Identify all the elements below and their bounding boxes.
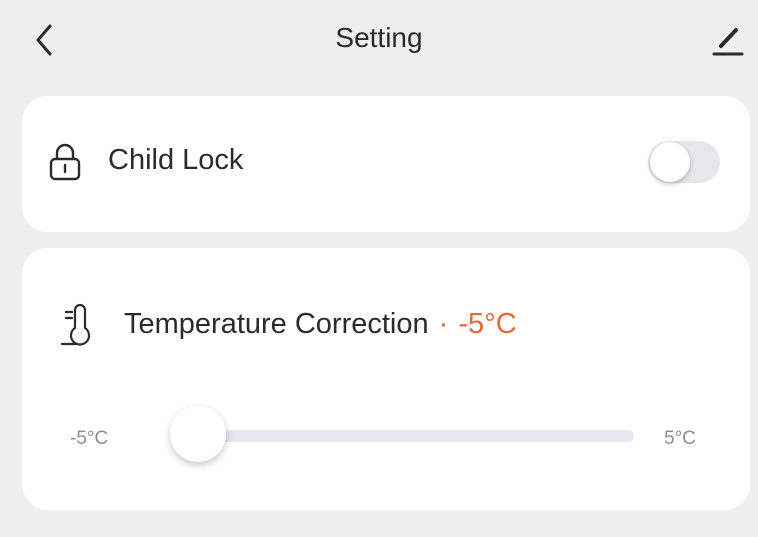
slider-min-label: -5°C	[70, 428, 109, 449]
child-lock-label: Child Lock	[108, 144, 244, 176]
child-lock-toggle[interactable]	[648, 141, 720, 183]
temperature-correction-row: Temperature Correction · -5°C	[124, 308, 517, 341]
toggle-knob	[650, 142, 690, 182]
temperature-correction-card: Temperature Correction · -5°C -5°C 5°C	[22, 248, 750, 510]
temperature-correction-label: Temperature Correction	[124, 308, 429, 340]
value-separator: ·	[438, 308, 449, 340]
pencil-icon	[712, 28, 744, 56]
thermometer-icon	[58, 302, 98, 348]
edit-button[interactable]	[706, 18, 750, 62]
temperature-slider-track[interactable]	[174, 430, 634, 442]
child-lock-card: Child Lock	[22, 96, 750, 232]
slider-max-label: 5°C	[664, 428, 696, 449]
temperature-correction-value: -5°C	[458, 308, 517, 340]
top-bar: Setting	[0, 0, 758, 80]
temperature-slider-thumb[interactable]	[170, 406, 226, 462]
page-title: Setting	[335, 22, 423, 53]
lock-icon	[48, 142, 82, 182]
